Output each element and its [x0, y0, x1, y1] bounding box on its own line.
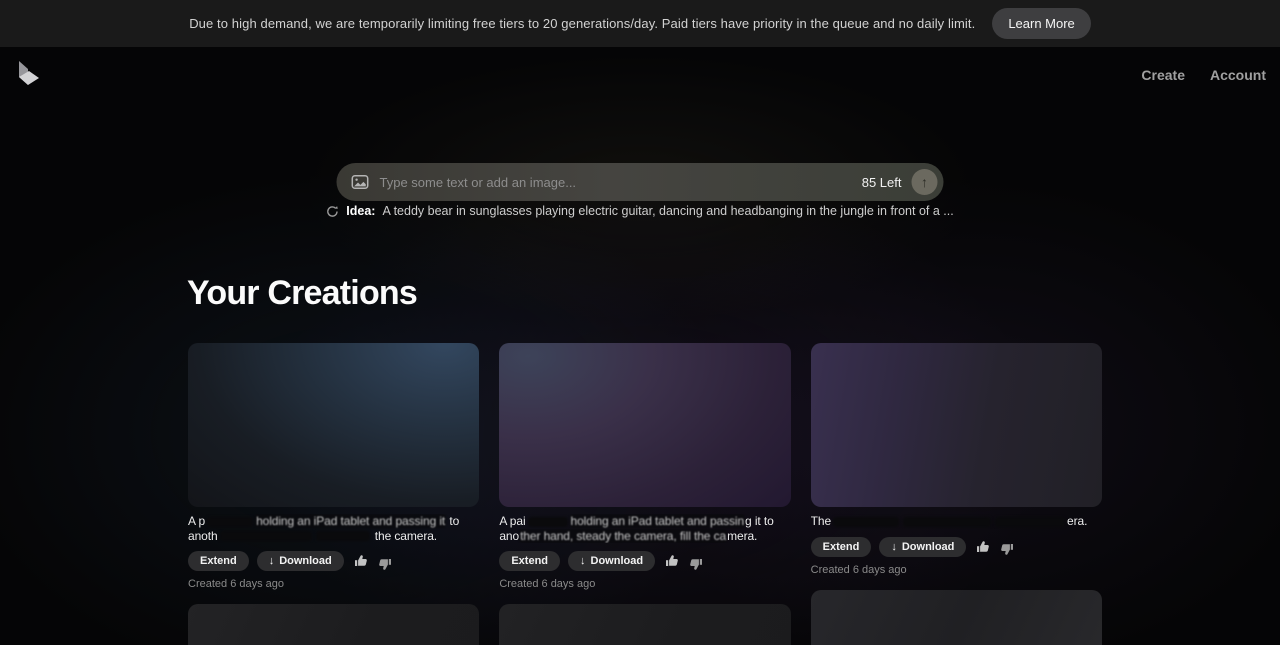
creations-grid: A pholding an iPad tablet and passing it…	[188, 343, 1102, 645]
extend-button[interactable]: Extend	[811, 537, 872, 557]
submit-button[interactable]: ↑	[912, 169, 938, 195]
dream-machine-page: { "banner": { "message": "Due to high de…	[0, 0, 1280, 645]
nav-links: Create Account	[1141, 67, 1266, 83]
creation-card: A paiholding an iPad tablet and passing …	[499, 343, 790, 590]
prompt-input[interactable]	[380, 175, 854, 190]
nav-link-create[interactable]: Create	[1141, 67, 1185, 83]
banner-message: Due to high demand, we are temporarily l…	[189, 16, 975, 31]
thumbs-up-icon[interactable]	[665, 554, 680, 568]
down-arrow-icon: ↓	[269, 555, 275, 567]
creations-column: A paiholding an iPad tablet and passing …	[499, 343, 790, 645]
creation-caption: Theera.	[811, 514, 1102, 529]
idea-row: Idea: A teddy bear in sunglasses playing…	[0, 204, 1280, 218]
notice-banner: Due to high demand, we are temporarily l…	[0, 0, 1280, 47]
creations-column: Theera. Extend ↓Download Created 6 days	[811, 343, 1102, 645]
created-timestamp: Created 6 days ago	[499, 578, 790, 590]
down-arrow-icon: ↓	[891, 541, 897, 553]
learn-more-button[interactable]: Learn More	[992, 8, 1090, 39]
thumbs-down-icon[interactable]	[377, 557, 392, 571]
idea-label: Idea:	[346, 204, 375, 218]
thumbs-down-icon[interactable]	[688, 557, 703, 571]
thumbs-down-icon[interactable]	[999, 542, 1014, 556]
image-icon[interactable]	[352, 175, 369, 189]
creation-caption: A pholding an iPad tablet and passing it…	[188, 514, 479, 543]
veiled-text: holding an iPad tablet and passin	[570, 514, 746, 528]
page-title: Your Creations	[187, 274, 417, 313]
redacted-text	[220, 531, 312, 541]
creation-thumbnail[interactable]	[811, 343, 1102, 507]
creation-thumbnail[interactable]	[499, 343, 790, 507]
redacted-text	[207, 517, 253, 527]
down-arrow-icon: ↓	[580, 555, 586, 567]
download-button[interactable]: ↓Download	[257, 551, 344, 571]
redacted-text	[903, 517, 991, 527]
redacted-text	[833, 517, 899, 527]
prompt-bar: 85 Left ↑	[337, 163, 944, 201]
download-button[interactable]: ↓Download	[568, 551, 655, 571]
card-actions: Extend ↓Download	[811, 537, 1102, 557]
refresh-icon[interactable]	[326, 205, 339, 218]
up-arrow-icon: ↑	[921, 174, 928, 190]
created-timestamp: Created 6 days ago	[188, 578, 479, 590]
creation-card: Theera. Extend ↓Download Created 6 days	[811, 343, 1102, 576]
thumbs-up-icon[interactable]	[976, 540, 991, 554]
download-button[interactable]: ↓Download	[879, 537, 966, 557]
creation-thumbnail-partial[interactable]	[811, 590, 1102, 645]
extend-button[interactable]: Extend	[499, 551, 560, 571]
nav-link-account[interactable]: Account	[1210, 67, 1266, 83]
top-nav: Create Account	[0, 47, 1280, 95]
creation-thumbnail-partial[interactable]	[499, 604, 790, 645]
creation-thumbnail-partial[interactable]	[188, 604, 479, 645]
veiled-text: ther hand, steady the camera, fill the c…	[519, 529, 727, 543]
card-actions: Extend ↓Download	[499, 551, 790, 571]
veiled-text: holding an iPad tablet and passing it	[255, 514, 446, 528]
creations-column: A pholding an iPad tablet and passing it…	[188, 343, 479, 645]
redacted-text	[528, 517, 568, 527]
app-logo[interactable]	[10, 58, 42, 95]
card-actions: Extend ↓Download	[188, 551, 479, 571]
creation-caption: A paiholding an iPad tablet and passing …	[499, 514, 790, 543]
extend-button[interactable]: Extend	[188, 551, 249, 571]
creation-card: A pholding an iPad tablet and passing it…	[188, 343, 479, 590]
redacted-text	[316, 531, 370, 541]
credits-left: 85 Left	[862, 175, 902, 190]
idea-text: A teddy bear in sunglasses playing elect…	[382, 204, 953, 218]
thumbs-up-icon[interactable]	[354, 554, 369, 568]
created-timestamp: Created 6 days ago	[811, 564, 1102, 576]
redacted-text	[995, 517, 1065, 527]
creation-thumbnail[interactable]	[188, 343, 479, 507]
